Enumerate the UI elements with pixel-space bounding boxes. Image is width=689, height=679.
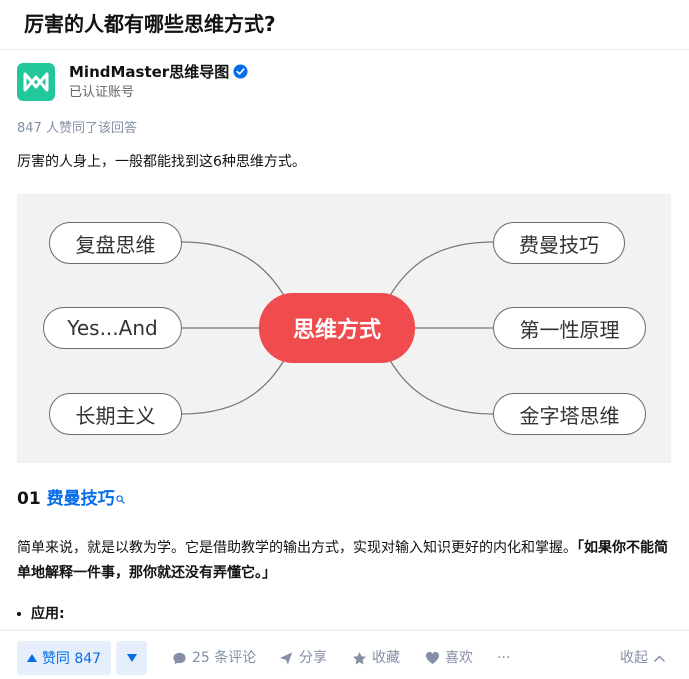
heart-icon: [425, 651, 440, 665]
triangle-down-icon: [126, 654, 137, 662]
like-button[interactable]: 喜欢: [425, 648, 473, 668]
author-info: MindMaster思维导图 已认证账号: [17, 63, 417, 103]
mindmap-node-left-1: 复盘思维: [49, 222, 182, 264]
share-icon: [279, 651, 293, 665]
mindmap-node-left-2: Yes...And: [43, 307, 182, 349]
triangle-up-icon: [26, 654, 37, 662]
mindmaster-logo-icon[interactable]: [17, 63, 55, 101]
more-dots-icon: ···: [497, 650, 511, 666]
answer-action-bar: 赞同 847 25 条评论 分享 收藏 喜欢 ··· 收起: [0, 630, 689, 679]
mindmap-node-right-2: 第一性原理: [493, 307, 646, 349]
section-heading: 01 费曼技巧: [17, 488, 125, 510]
vote-up-label: 赞同 847: [41, 651, 102, 667]
mindmap-center-node: 思维方式: [259, 293, 415, 363]
favorite-label: 收藏: [372, 650, 400, 666]
comment-icon: [173, 652, 186, 664]
section-number: 01: [17, 489, 41, 509]
verified-badge-icon: [233, 64, 248, 83]
paragraph-text: 简单来说，就是以教为学。它是借助教学的输出方式，实现对输入知识更好的内化和掌握。: [17, 540, 577, 556]
bullet-dot: [17, 612, 21, 616]
list-item-text: 应用:: [31, 606, 65, 622]
answer-paragraph: 简单来说，就是以教为学。它是借助教学的输出方式，实现对输入知识更好的内化和掌握。…: [17, 536, 672, 586]
vote-down-button[interactable]: [116, 641, 147, 675]
author-name-text[interactable]: MindMaster思维导图: [69, 63, 229, 81]
answer-intro: 厉害的人身上，一般都能找到这6种思维方式。: [17, 154, 306, 170]
collapse-label: 收起: [620, 650, 648, 666]
question-header: 厉害的人都有哪些思维方式?: [0, 0, 689, 50]
chevron-up-icon: [654, 655, 665, 662]
comments-button[interactable]: 25 条评论: [172, 648, 256, 668]
mindmap-node-right-1: 费曼技巧: [493, 222, 625, 264]
more-button[interactable]: ···: [497, 648, 510, 668]
comments-label: 25 条评论: [192, 650, 257, 666]
mindmap-node-left-3: 长期主义: [49, 393, 182, 435]
author-name[interactable]: MindMaster思维导图: [69, 63, 248, 83]
star-icon: [352, 651, 367, 664]
mindmap-image: 复盘思维 Yes...And 长期主义 思维方式 费曼技巧 第一性原理 金字塔思…: [17, 194, 671, 463]
vote-up-button[interactable]: 赞同 847: [17, 641, 111, 675]
favorite-button[interactable]: 收藏: [352, 648, 400, 668]
author-verification-label: 已认证账号: [69, 85, 135, 100]
section-title-link[interactable]: 费曼技巧: [47, 489, 115, 509]
share-label: 分享: [299, 650, 327, 666]
search-mini-icon[interactable]: [115, 488, 125, 510]
like-label: 喜欢: [445, 650, 473, 666]
vote-count-line: 847 人赞同了该回答: [17, 121, 137, 136]
list-item: 应用:: [17, 604, 65, 624]
share-button[interactable]: 分享: [278, 648, 327, 668]
question-title[interactable]: 厉害的人都有哪些思维方式?: [24, 10, 276, 38]
collapse-button[interactable]: 收起: [620, 648, 665, 668]
mindmap-node-right-3: 金字塔思维: [493, 393, 646, 435]
